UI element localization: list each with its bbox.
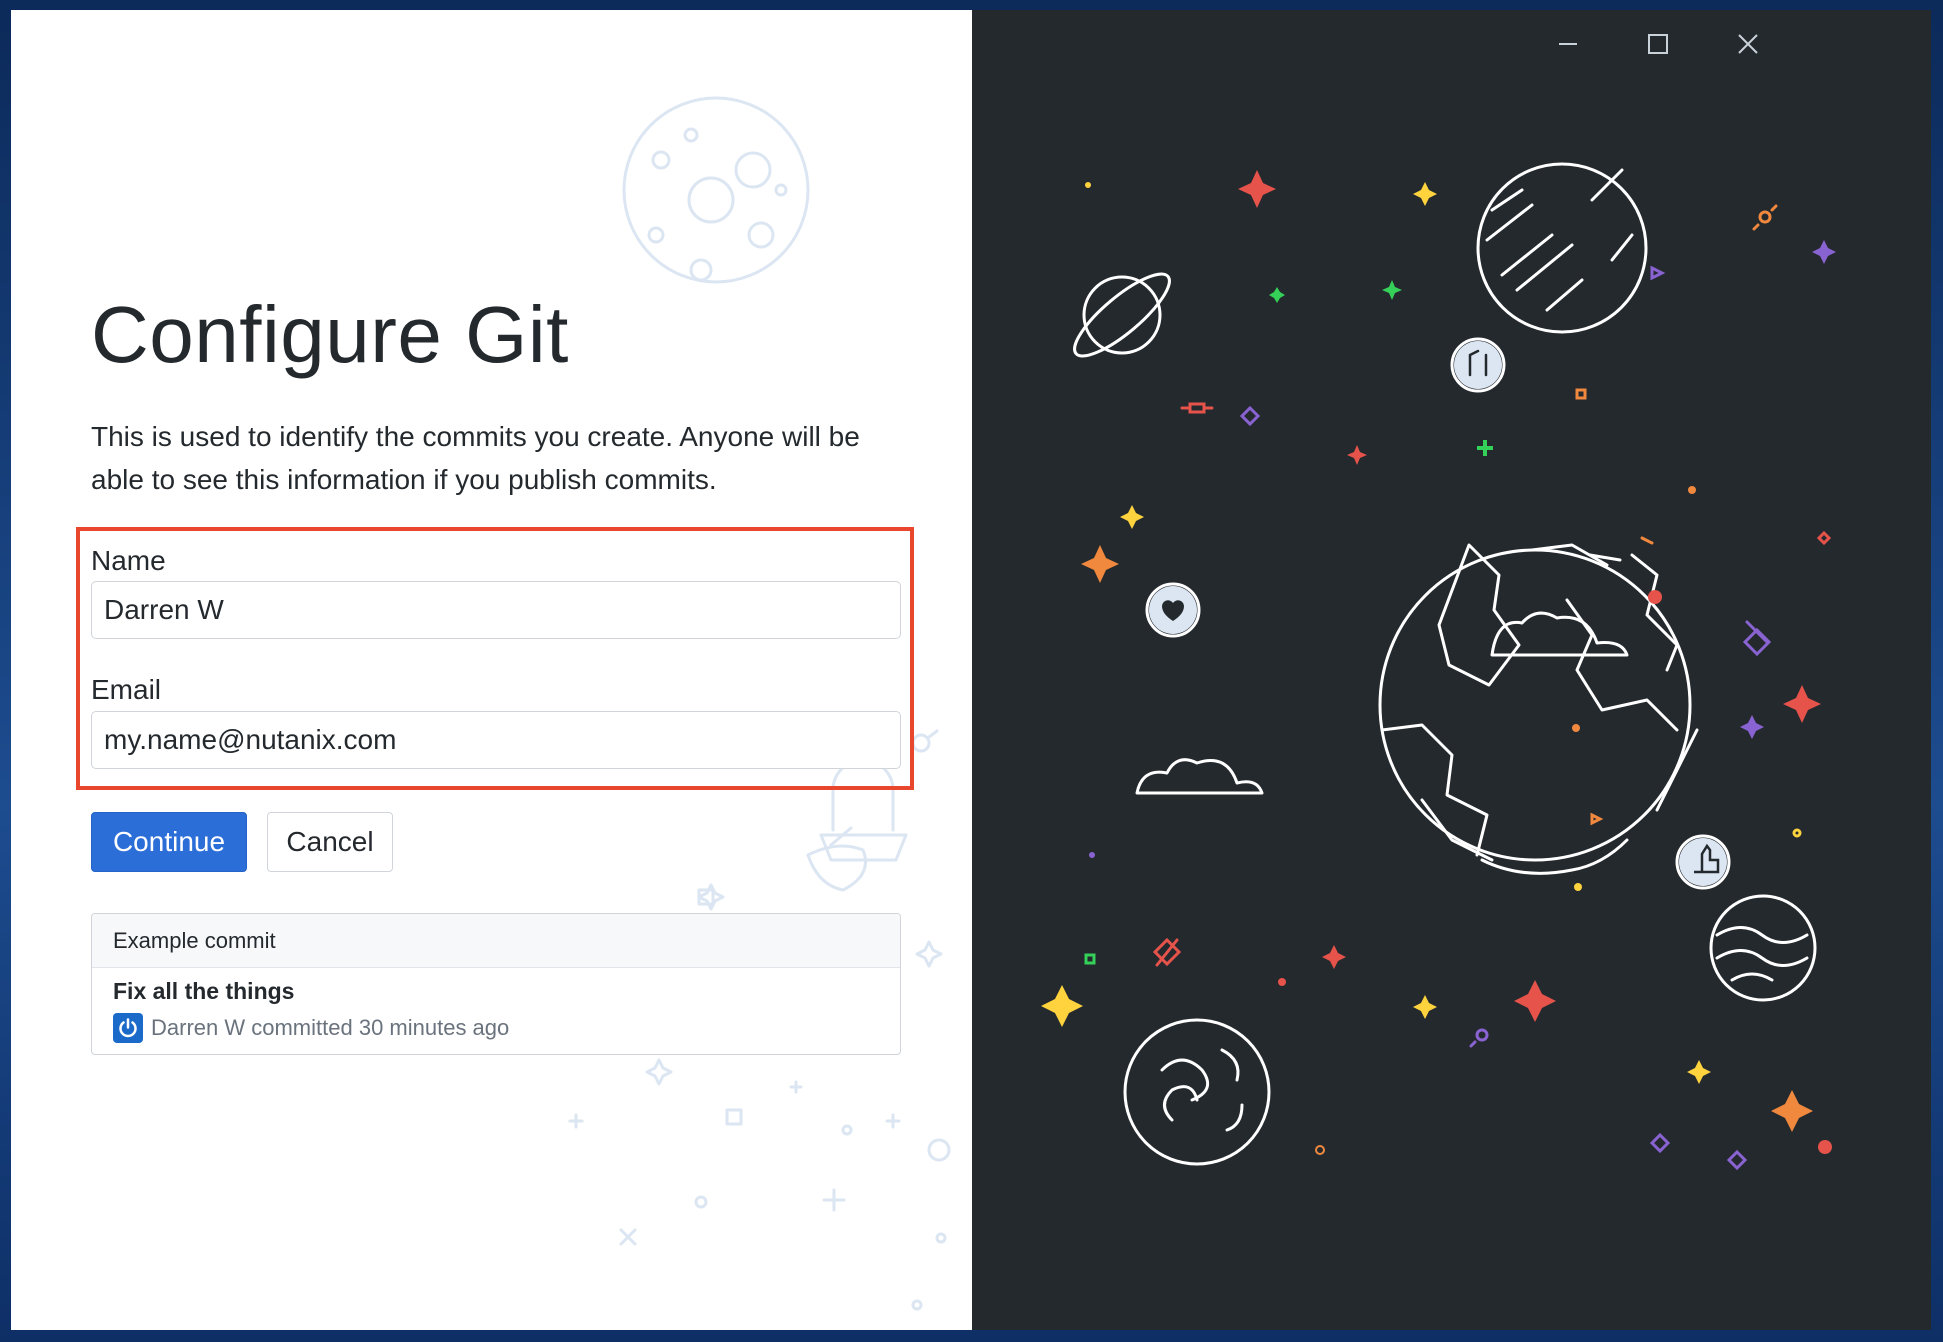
close-button[interactable] xyxy=(1718,24,1778,64)
continue-button[interactable]: Continue xyxy=(91,812,247,872)
name-input[interactable] xyxy=(91,581,901,639)
avatar xyxy=(113,1013,143,1043)
rocket-illustration xyxy=(806,844,867,892)
email-label: Email xyxy=(91,674,162,705)
wave-planet-illustration xyxy=(1709,894,1817,1002)
minimize-icon xyxy=(1559,43,1577,45)
cloud-illustration xyxy=(1135,758,1264,795)
swirl-planet-illustration xyxy=(1123,1018,1271,1166)
example-commit-header: Example commit xyxy=(92,914,900,968)
space-illustration xyxy=(1041,162,1836,1171)
striped-planet-illustration xyxy=(1476,162,1648,334)
page-description: This is used to identify the commits you… xyxy=(91,421,860,495)
maximize-icon xyxy=(1648,34,1668,54)
configure-git-window: Configure Git This is used to identify t… xyxy=(11,10,1931,1330)
commit-title: Fix all the things xyxy=(113,978,295,1004)
name-label: Name xyxy=(91,545,166,576)
power-icon xyxy=(119,1018,137,1038)
illustration-panel xyxy=(972,10,1931,1330)
email-input[interactable] xyxy=(91,711,901,769)
commit-time: committed 30 minutes ago xyxy=(251,1015,510,1040)
maximize-button[interactable] xyxy=(1628,24,1688,64)
commit-author: Darren W xyxy=(151,1015,246,1040)
saturn-illustration xyxy=(1073,272,1171,358)
page-title: Configure Git xyxy=(91,290,569,379)
commit-meta: Darren W committed 30 minutes ago xyxy=(113,1013,509,1043)
cancel-button[interactable]: Cancel xyxy=(267,812,393,872)
example-commit-card: Example commit Fix all the things Darren… xyxy=(91,913,901,1055)
moon-illustration xyxy=(622,96,810,284)
close-icon xyxy=(1738,34,1758,54)
form-panel: Configure Git This is used to identify t… xyxy=(11,10,972,1330)
minimize-button[interactable] xyxy=(1538,24,1598,64)
